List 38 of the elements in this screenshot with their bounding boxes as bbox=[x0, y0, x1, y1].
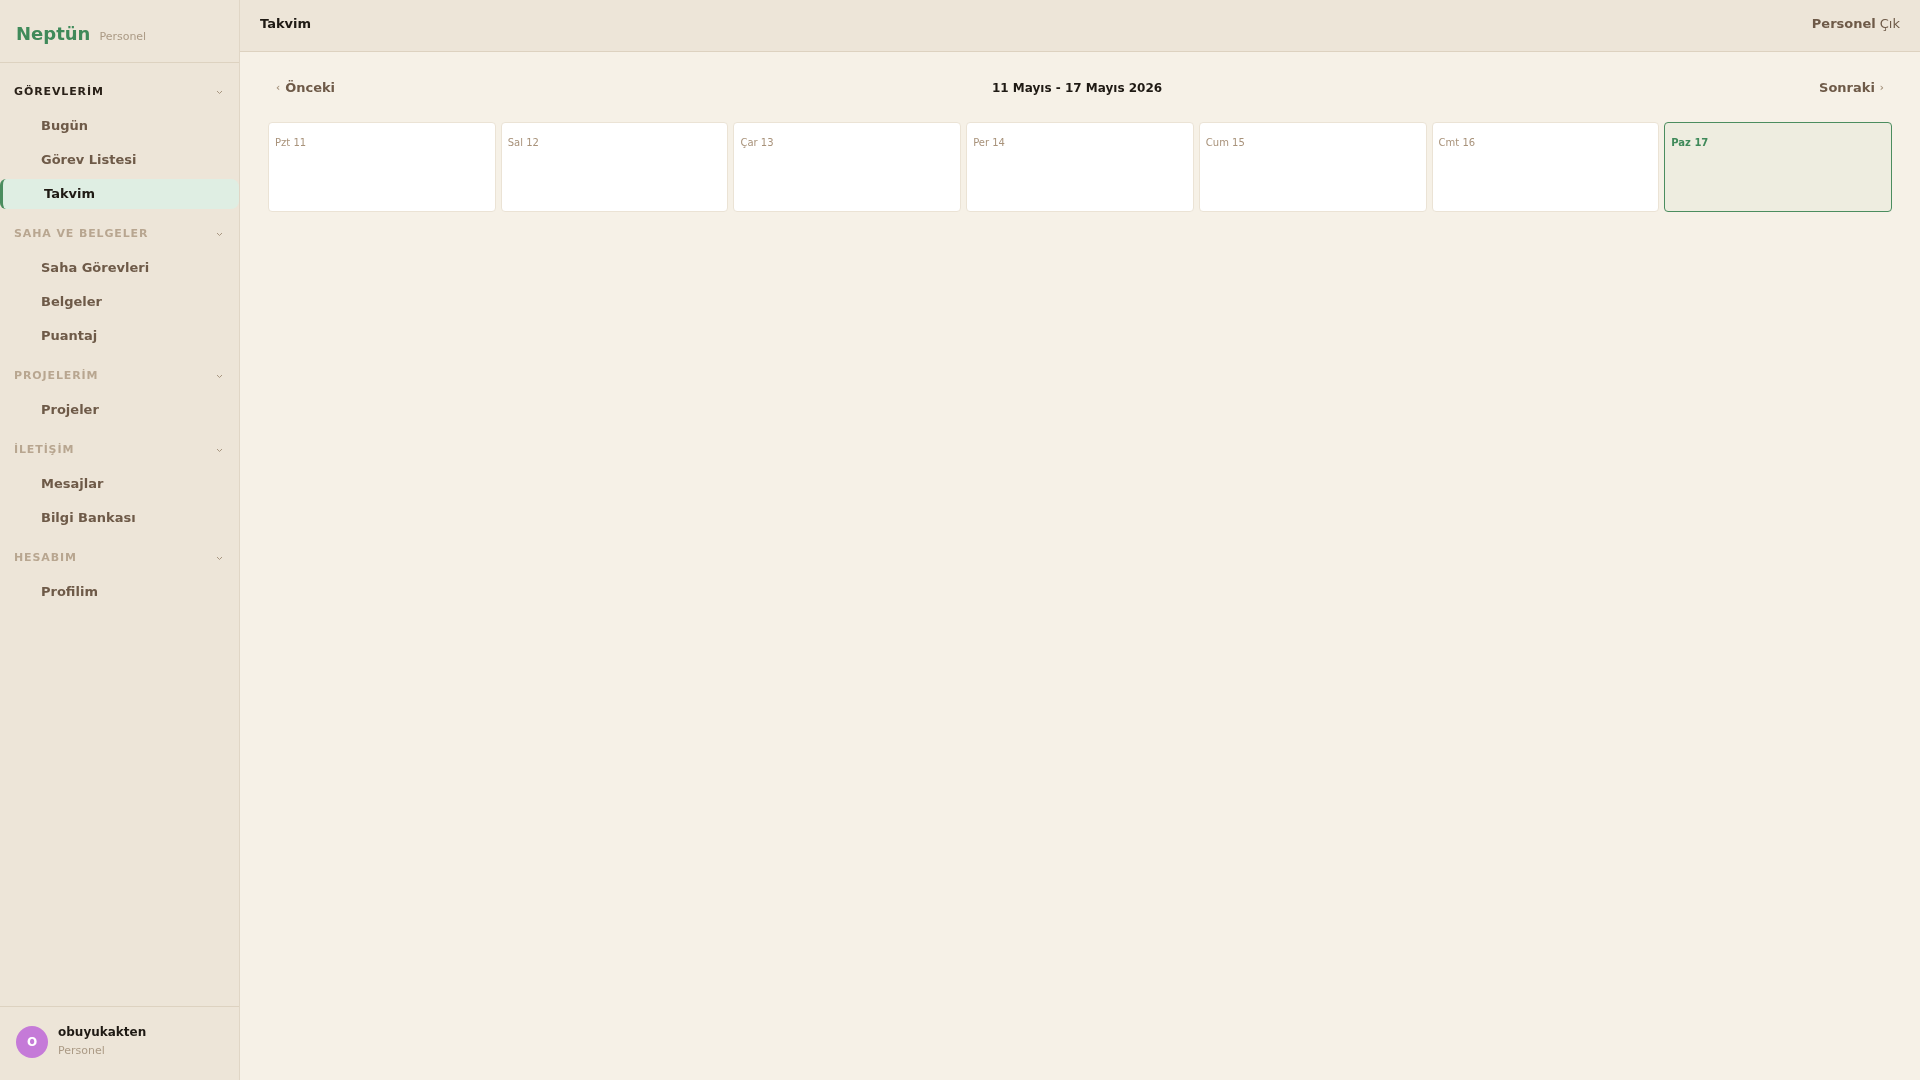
day-label: Cum 15 bbox=[1205, 136, 1245, 148]
brand-logo[interactable]: Neptün bbox=[16, 25, 91, 43]
nav-item[interactable]: Bilgi Bankası bbox=[0, 503, 239, 533]
section-header[interactable]: GÖREVLERİM bbox=[0, 79, 239, 105]
nav-item[interactable]: Mesajlar bbox=[0, 469, 239, 499]
nav-item[interactable]: Takvim bbox=[0, 179, 239, 209]
brand-subtitle: Personel bbox=[99, 31, 147, 43]
nav-item[interactable]: Belgeler bbox=[0, 287, 239, 317]
nav-item[interactable]: Bugün bbox=[0, 111, 239, 141]
nav-item[interactable]: Profilim bbox=[0, 577, 239, 607]
day-label: Per 14 bbox=[973, 136, 1005, 148]
day-label: Paz 17 bbox=[1671, 136, 1709, 148]
user-role: Personel bbox=[58, 1043, 106, 1060]
day-label: Sal 12 bbox=[507, 136, 539, 148]
day-cell[interactable]: Paz 17 bbox=[1664, 121, 1892, 212]
nav-item[interactable]: Saha Görevleri bbox=[0, 253, 239, 283]
nav-item[interactable]: Puantaj bbox=[0, 321, 239, 351]
day-cell[interactable]: Pzt 11 bbox=[268, 121, 496, 212]
day-cell[interactable]: Sal 12 bbox=[500, 121, 729, 212]
page-title: Takvim bbox=[260, 14, 312, 33]
chevron-left-icon: ‹ bbox=[276, 80, 281, 96]
day-cell[interactable]: Cmt 16 bbox=[1431, 121, 1660, 212]
nav-item[interactable]: Görev Listesi bbox=[0, 145, 239, 175]
nav-item[interactable]: Projeler bbox=[0, 395, 239, 425]
day-label: Cmt 16 bbox=[1438, 136, 1476, 148]
day-label: Pzt 11 bbox=[275, 136, 307, 148]
chevron-right-icon: › bbox=[1879, 80, 1884, 96]
role-label: Personel bbox=[1811, 14, 1876, 33]
next-button[interactable]: Sonraki › bbox=[1819, 78, 1884, 98]
day-cell[interactable]: Çar 13 bbox=[733, 121, 962, 212]
logout-button[interactable]: Çık bbox=[1879, 13, 1900, 34]
user-avatar: O bbox=[16, 1025, 48, 1058]
user-name: obuyukakten bbox=[58, 1024, 147, 1042]
day-label: Çar 13 bbox=[740, 136, 774, 148]
date-range: 11 Mayıs - 17 Mayıs 2026 bbox=[991, 79, 1163, 97]
day-cell[interactable]: Cum 15 bbox=[1198, 121, 1427, 212]
day-cell[interactable]: Per 14 bbox=[966, 121, 1194, 212]
previous-button[interactable]: ‹ Önceki bbox=[276, 78, 336, 98]
